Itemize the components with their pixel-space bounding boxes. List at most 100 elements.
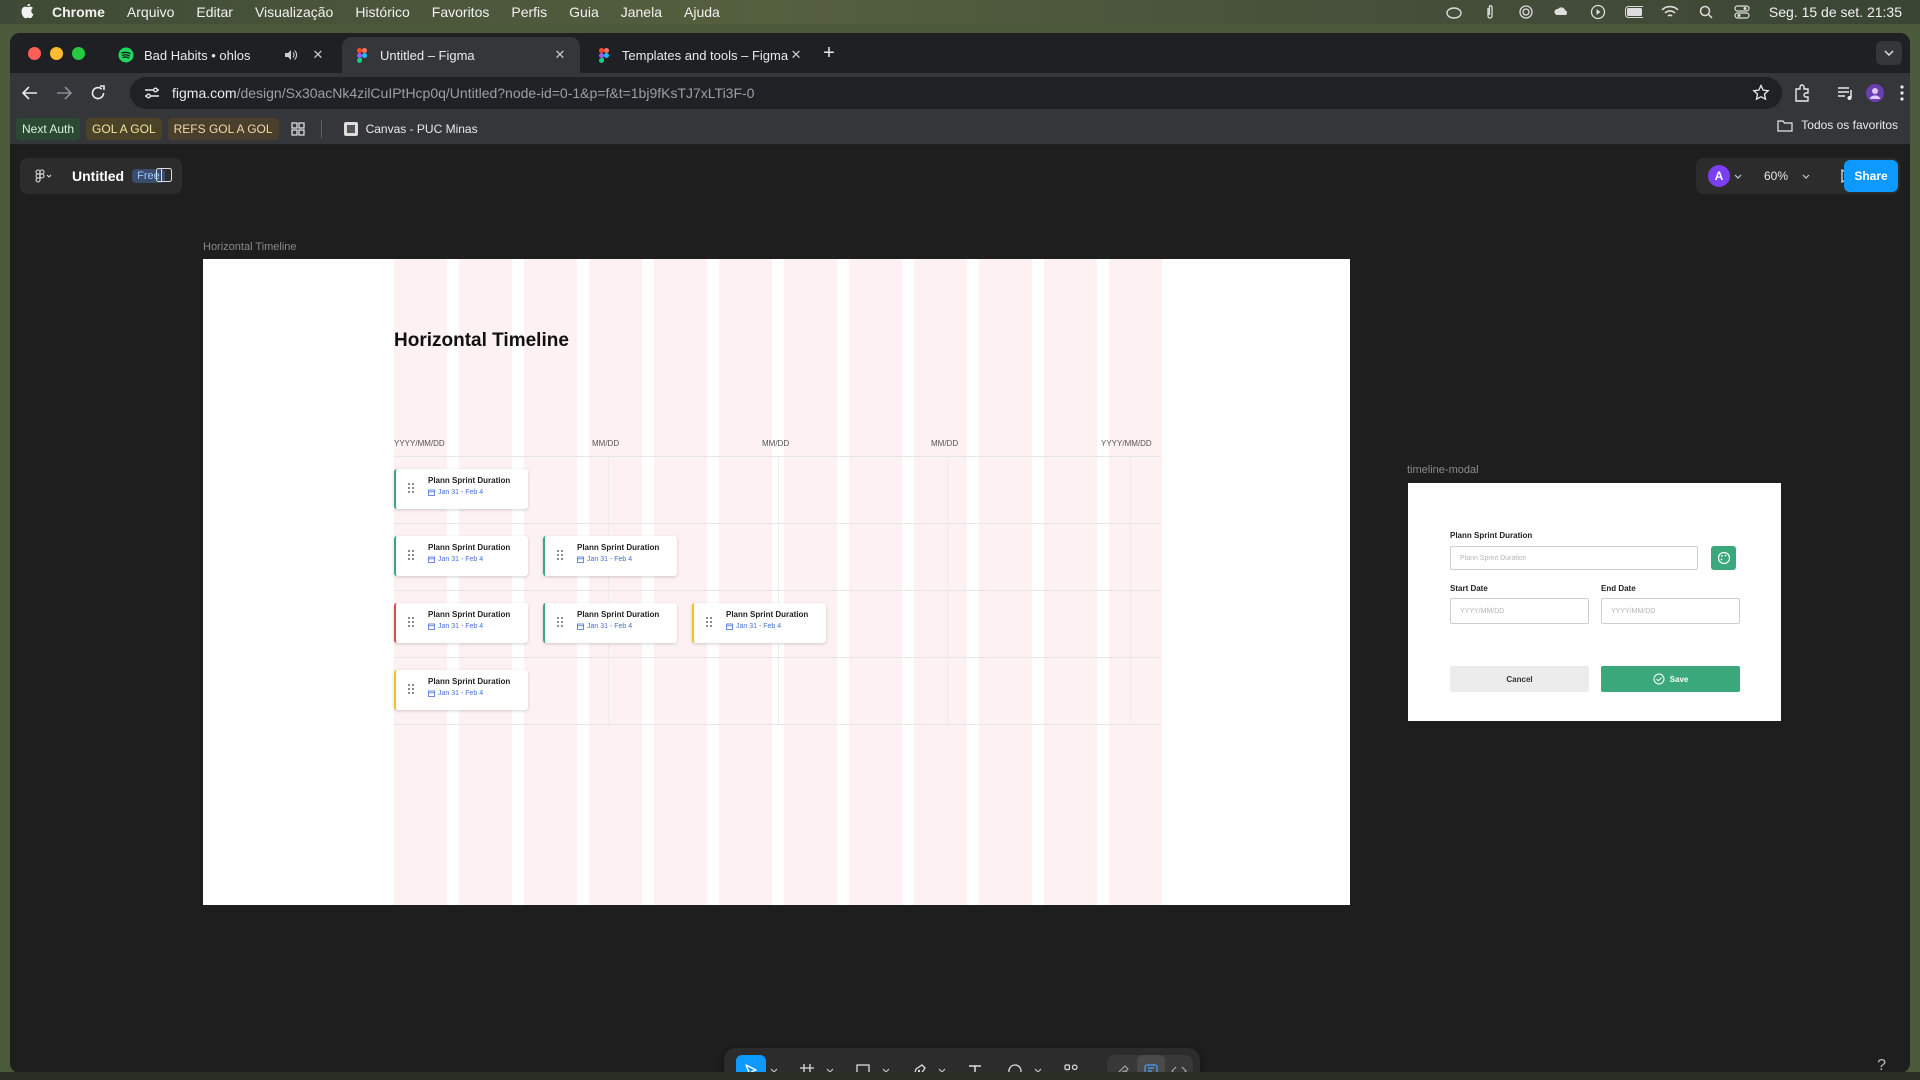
text-tool-icon[interactable] <box>960 1055 990 1073</box>
cloud-app-icon[interactable] <box>1553 4 1571 20</box>
chevron-down-icon[interactable] <box>1734 171 1744 181</box>
new-tab-icon[interactable]: + <box>820 43 838 63</box>
menu-arquivo[interactable]: Arquivo <box>127 4 174 20</box>
menu-perfis[interactable]: Perfis <box>511 4 547 20</box>
cancel-button[interactable]: Cancel <box>1450 666 1589 692</box>
all-bookmarks[interactable]: Todos os favoritos <box>1777 118 1898 132</box>
timeline-card[interactable]: Plann Sprint Duration Jan 31 - Feb 4 <box>543 603 677 643</box>
timeline-card[interactable]: Plann Sprint Duration Jan 31 - Feb 4 <box>394 536 528 576</box>
reload-icon[interactable] <box>86 81 110 105</box>
timeline-card[interactable]: Plann Sprint Duration Jan 31 - Feb 4 <box>543 536 677 576</box>
menu-app-name[interactable]: Chrome <box>52 4 105 20</box>
battery-icon[interactable] <box>1624 4 1643 20</box>
calendar-icon <box>428 690 435 697</box>
drag-handle-icon[interactable] <box>705 616 713 628</box>
modal-frame-label[interactable]: timeline-modal <box>1407 464 1479 476</box>
close-tab-icon[interactable]: ✕ <box>310 47 326 63</box>
timeline-frame-label[interactable]: Horizontal Timeline <box>203 241 297 253</box>
tab-templates-figma[interactable]: Templates and tools – Figma ✕ <box>584 37 816 73</box>
help-button[interactable]: ? <box>1877 1057 1886 1073</box>
zoom-level[interactable]: 60% <box>1764 169 1788 183</box>
menu-janela[interactable]: Janela <box>621 4 662 20</box>
menu-favoritos[interactable]: Favoritos <box>432 4 490 20</box>
bookmark-canvas-label: Canvas - PUC Minas <box>365 121 478 136</box>
timeline-frame[interactable]: Horizontal Timeline YYYY/MM/DD MM/DD MM/… <box>203 259 1350 905</box>
bookmark-star-icon[interactable] <box>1752 83 1770 102</box>
zoom-window-button[interactable] <box>72 47 85 60</box>
actions-tool-icon[interactable] <box>1056 1055 1086 1073</box>
close-tab-icon[interactable]: ✕ <box>788 47 804 63</box>
browser-menu-icon[interactable] <box>1892 83 1910 103</box>
close-window-button[interactable] <box>28 47 41 60</box>
play-circle-icon[interactable] <box>1589 4 1607 20</box>
profile-avatar-icon[interactable] <box>1865 83 1885 103</box>
user-avatar[interactable]: A <box>1708 165 1730 187</box>
move-tool-icon[interactable] <box>736 1055 766 1073</box>
grid-column <box>589 259 642 905</box>
extensions-icon[interactable] <box>1792 83 1812 103</box>
timeline-card[interactable]: Plann Sprint Duration Jan 31 - Feb 4 <box>394 603 528 643</box>
save-button[interactable]: Save <box>1601 666 1740 692</box>
figma-canvas[interactable]: Untitled Free A 60% Share Horizontal Tim… <box>10 145 1910 1073</box>
apple-icon[interactable] <box>18 2 38 22</box>
rectangle-tool-icon[interactable] <box>848 1055 878 1073</box>
spotlight-search-icon[interactable] <box>1697 4 1715 20</box>
menu-ajuda[interactable]: Ajuda <box>684 4 720 20</box>
timeline-card[interactable]: Plann Sprint Duration Jan 31 - Feb 4 <box>394 670 528 710</box>
bookmark-refs-gol-a-gol[interactable]: REFS GOL A GOL <box>167 117 279 140</box>
back-arrow-icon[interactable] <box>18 81 42 105</box>
drag-handle-icon[interactable] <box>407 549 415 561</box>
drag-handle-icon[interactable] <box>556 549 564 561</box>
speaker-icon[interactable] <box>284 49 298 61</box>
draw-mode-icon[interactable] <box>1109 1055 1137 1073</box>
drag-handle-icon[interactable] <box>407 616 415 628</box>
dev-mode-icon[interactable] <box>1165 1055 1193 1073</box>
tab-untitled-figma[interactable]: Untitled – Figma ✕ <box>342 37 580 73</box>
timeline-card[interactable]: Plann Sprint Duration Jan 31 - Feb 4 <box>692 603 826 643</box>
drag-handle-icon[interactable] <box>556 616 564 628</box>
menu-visualizacao[interactable]: Visualização <box>255 4 333 20</box>
paperclip-icon[interactable] <box>1481 4 1499 20</box>
file-name[interactable]: Untitled <box>72 168 124 184</box>
bookmark-next-auth[interactable]: Next Auth <box>16 117 81 140</box>
menu-historico[interactable]: Histórico <box>355 4 409 20</box>
design-mode-icon[interactable] <box>1137 1055 1165 1073</box>
color-picker-button[interactable] <box>1711 546 1736 570</box>
drag-handle-icon[interactable] <box>407 683 415 695</box>
figma-menu-icon[interactable] <box>30 162 58 190</box>
start-date-input[interactable]: YYYY/MM/DD <box>1450 598 1589 624</box>
tab-bad-habits[interactable]: Bad Habits • ohlos ✕ <box>106 37 338 73</box>
apps-grid-icon[interactable] <box>285 118 311 140</box>
address-bar[interactable]: figma.com/design/Sx30acNk4zilCuIPtHcp0q/… <box>130 77 1782 109</box>
media-controls-icon[interactable] <box>1836 83 1856 103</box>
share-button[interactable]: Share <box>1844 160 1898 192</box>
wifi-icon[interactable] <box>1661 4 1679 20</box>
minimize-window-button[interactable] <box>50 47 63 60</box>
calendar-icon <box>577 623 584 630</box>
sprint-name-input[interactable]: Plann Sprint Duration <box>1450 546 1698 570</box>
bookmark-canvas-puc[interactable]: Canvas - PUC Minas <box>338 118 484 140</box>
site-settings-icon[interactable] <box>142 83 162 103</box>
canvas-favicon-icon <box>343 121 358 136</box>
zoom-chevron-icon[interactable] <box>1802 171 1812 181</box>
menu-guia[interactable]: Guia <box>569 4 599 20</box>
card-date: Jan 31 - Feb 4 <box>577 623 632 630</box>
menu-clock[interactable]: Seg. 15 de set. 21:35 <box>1769 4 1902 20</box>
timeline-modal-frame[interactable]: Plann Sprint Duration Plann Sprint Durat… <box>1408 483 1781 721</box>
drag-handle-icon[interactable] <box>407 482 415 494</box>
menu-editar[interactable]: Editar <box>196 4 233 20</box>
airdrop-icon[interactable] <box>1517 4 1535 20</box>
close-tab-icon[interactable]: ✕ <box>552 47 568 63</box>
card-title: Plann Sprint Duration <box>577 610 660 619</box>
end-date-input[interactable]: YYYY/MM/DD <box>1601 598 1740 624</box>
control-center-icon[interactable] <box>1733 4 1751 20</box>
comment-tool-icon[interactable] <box>1000 1055 1030 1073</box>
sidebar-toggle-icon[interactable] <box>156 168 172 184</box>
frame-tool-icon[interactable] <box>792 1055 822 1073</box>
pen-tool-icon[interactable] <box>904 1055 934 1073</box>
bookmark-gol-a-gol[interactable]: GOL A GOL <box>86 117 162 140</box>
creative-cloud-icon[interactable] <box>1445 4 1463 20</box>
timeline-card[interactable]: Plann Sprint Duration Jan 31 - Feb 4 <box>394 469 528 509</box>
forward-arrow-icon[interactable] <box>52 81 76 105</box>
tab-search-chevron-icon[interactable] <box>1876 41 1902 65</box>
